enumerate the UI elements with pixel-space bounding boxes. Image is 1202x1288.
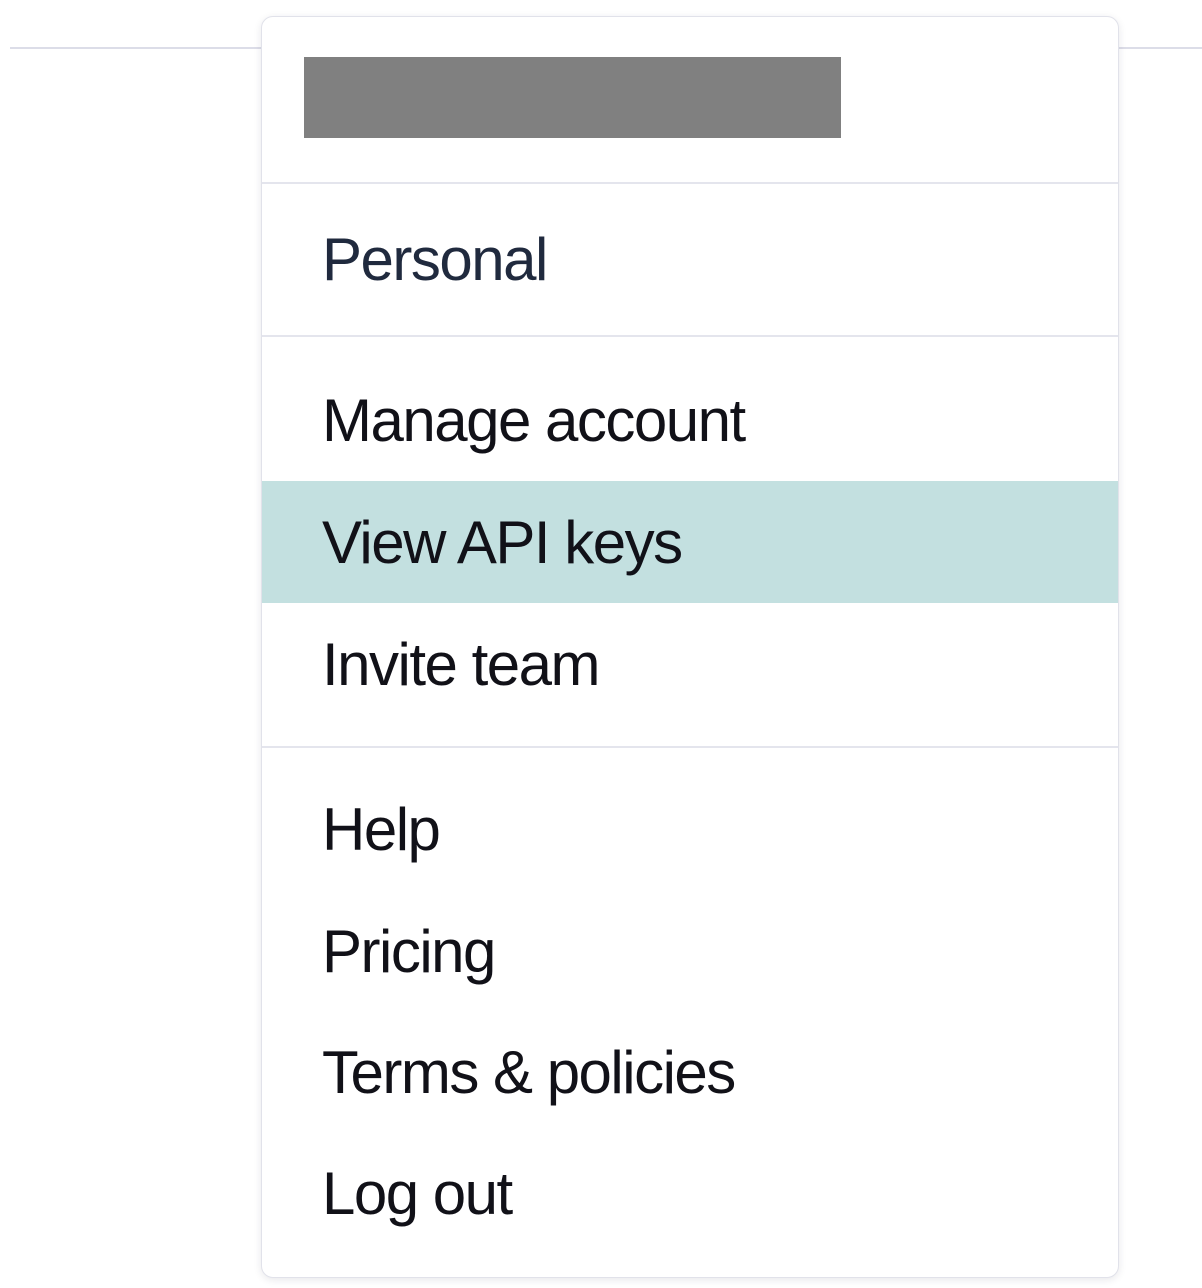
menu-item-pricing[interactable]: Pricing xyxy=(262,890,1118,1012)
menu-item-invite-team[interactable]: Invite team xyxy=(262,603,1118,725)
account-dropdown-menu: Personal Manage account View API keys In… xyxy=(261,16,1119,1278)
menu-divider xyxy=(262,182,1118,184)
menu-item-log-out[interactable]: Log out xyxy=(262,1132,1118,1254)
workspace-item-personal[interactable]: Personal xyxy=(262,198,1118,320)
menu-item-terms-policies[interactable]: Terms & policies xyxy=(262,1011,1118,1133)
menu-item-manage-account[interactable]: Manage account xyxy=(262,359,1118,481)
menu-header xyxy=(262,17,1118,183)
menu-divider xyxy=(262,335,1118,337)
menu-item-help[interactable]: Help xyxy=(262,768,1118,890)
menu-item-view-api-keys[interactable]: View API keys xyxy=(262,481,1118,603)
redacted-user-name xyxy=(304,57,841,138)
menu-divider xyxy=(262,746,1118,748)
